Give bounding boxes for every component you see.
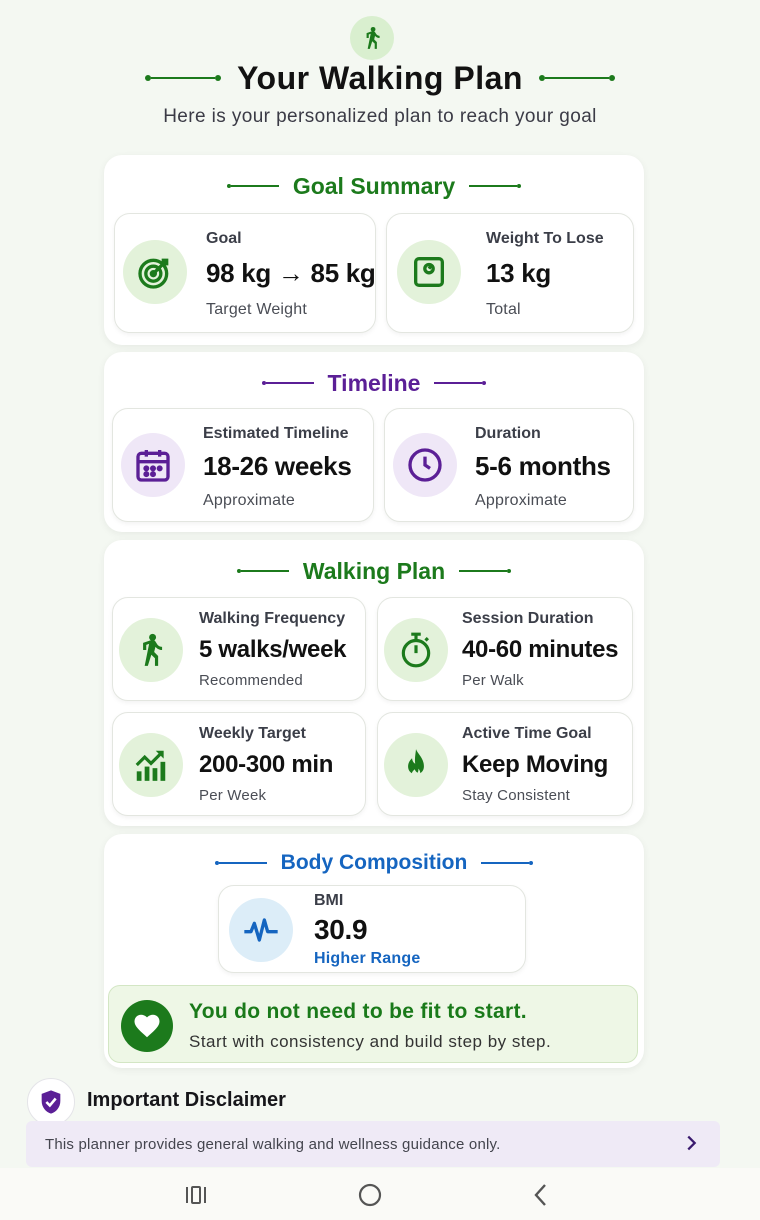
card-subtext: Recommended bbox=[199, 672, 303, 689]
decorative-line-right bbox=[538, 75, 615, 81]
card-subtext: Approximate bbox=[475, 492, 568, 509]
banner-text: Start with consistency and build step by… bbox=[189, 1032, 552, 1051]
card-label: Active Time Goal bbox=[462, 725, 592, 742]
section-header: Body Composition bbox=[104, 848, 644, 878]
back-icon[interactable] bbox=[526, 1180, 556, 1210]
card-value: 200-300 min bbox=[199, 751, 334, 778]
shield-check-icon bbox=[27, 1078, 75, 1126]
card-label: Duration bbox=[475, 425, 541, 442]
card-label: Weekly Target bbox=[199, 725, 307, 742]
page-header: Your Walking Plan bbox=[0, 56, 760, 100]
card-subtext: Target Weight bbox=[206, 301, 308, 318]
card-label: Estimated Timeline bbox=[203, 425, 349, 442]
timeline-section: Timeline Estimated Timeline 18-26 weeks … bbox=[104, 352, 644, 532]
goal-summary-section: Goal Summary Goal 98 kg → 85 kg Target W… bbox=[104, 155, 644, 345]
card-subtext: Approximate bbox=[203, 492, 296, 509]
section-title: Goal Summary bbox=[292, 172, 456, 199]
card-value: 18-26 weeks bbox=[203, 451, 352, 481]
recent-apps-icon[interactable] bbox=[181, 1180, 211, 1210]
pulse-icon bbox=[229, 898, 293, 962]
chevron-right-icon[interactable] bbox=[680, 1132, 702, 1159]
section-title: Walking Plan bbox=[302, 557, 446, 584]
section-title: Timeline bbox=[327, 369, 421, 396]
goal-card: Goal 98 kg → 85 kg Target Weight bbox=[114, 213, 376, 333]
card-subtext: Stay Consistent bbox=[462, 787, 571, 804]
banner-headline: You do not need to be fit to start. bbox=[189, 1000, 527, 1023]
card-value: 5 walks/week bbox=[199, 636, 347, 663]
stopwatch-icon bbox=[384, 618, 448, 682]
decorative-line-left bbox=[145, 75, 222, 81]
scale-icon bbox=[397, 240, 461, 304]
card-label: Walking Frequency bbox=[199, 610, 346, 627]
card-value: 5-6 months bbox=[475, 451, 611, 481]
estimated-timeline-card: Estimated Timeline 18-26 weeks Approxima… bbox=[112, 408, 374, 522]
card-label: Weight To Lose bbox=[486, 230, 604, 247]
card-label: Goal bbox=[206, 230, 242, 247]
card-value: 98 kg → 85 kg bbox=[206, 258, 376, 288]
clock-icon bbox=[393, 433, 457, 497]
bmi-range: Higher Range bbox=[314, 950, 421, 967]
card-subtext: Total bbox=[486, 301, 521, 318]
bmi-label: BMI bbox=[314, 892, 344, 909]
section-header: Goal Summary bbox=[104, 171, 644, 201]
disclaimer-bar[interactable]: This planner provides general walking an… bbox=[26, 1121, 720, 1167]
trending-chart-icon bbox=[119, 733, 183, 797]
walking-plan-section: Walking Plan Walking Frequency 5 walks/w… bbox=[104, 540, 644, 826]
card-subtext: Per Walk bbox=[462, 672, 524, 689]
card-value: 13 kg bbox=[486, 258, 551, 288]
card-value: 40-60 minutes bbox=[462, 636, 619, 663]
card-label: Session Duration bbox=[462, 610, 594, 627]
disclaimer-text: This planner provides general walking an… bbox=[45, 1136, 501, 1153]
calendar-icon bbox=[121, 433, 185, 497]
weekly-target-card: Weekly Target 200-300 min Per Week bbox=[112, 712, 366, 816]
home-icon[interactable] bbox=[355, 1180, 385, 1210]
walking-frequency-card: Walking Frequency 5 walks/week Recommend… bbox=[112, 597, 366, 701]
duration-card: Duration 5-6 months Approximate bbox=[384, 408, 634, 522]
bmi-value: 30.9 bbox=[314, 914, 368, 945]
card-value: Keep Moving bbox=[462, 751, 609, 778]
system-nav-bar bbox=[0, 1168, 760, 1220]
flame-icon bbox=[384, 733, 448, 797]
section-header: Walking Plan bbox=[104, 556, 644, 586]
heart-icon bbox=[121, 1000, 173, 1052]
walking-person-icon bbox=[350, 16, 394, 60]
section-title: Body Composition bbox=[280, 851, 468, 874]
walking-person-icon bbox=[119, 618, 183, 682]
section-header: Timeline bbox=[104, 368, 644, 398]
target-icon bbox=[123, 240, 187, 304]
weight-to-lose-card: Weight To Lose 13 kg Total bbox=[386, 213, 634, 333]
disclaimer-title: Important Disclaimer bbox=[87, 1089, 286, 1111]
page-subtitle: Here is your personalized plan to reach … bbox=[163, 106, 597, 127]
card-subtext: Per Week bbox=[199, 787, 267, 804]
active-time-goal-card: Active Time Goal Keep Moving Stay Consis… bbox=[377, 712, 633, 816]
bmi-card: BMI 30.9 Higher Range bbox=[218, 885, 526, 973]
motivation-banner: You do not need to be fit to start. Star… bbox=[108, 985, 638, 1063]
session-duration-card: Session Duration 40-60 minutes Per Walk bbox=[377, 597, 633, 701]
page-title: Your Walking Plan bbox=[237, 59, 523, 96]
